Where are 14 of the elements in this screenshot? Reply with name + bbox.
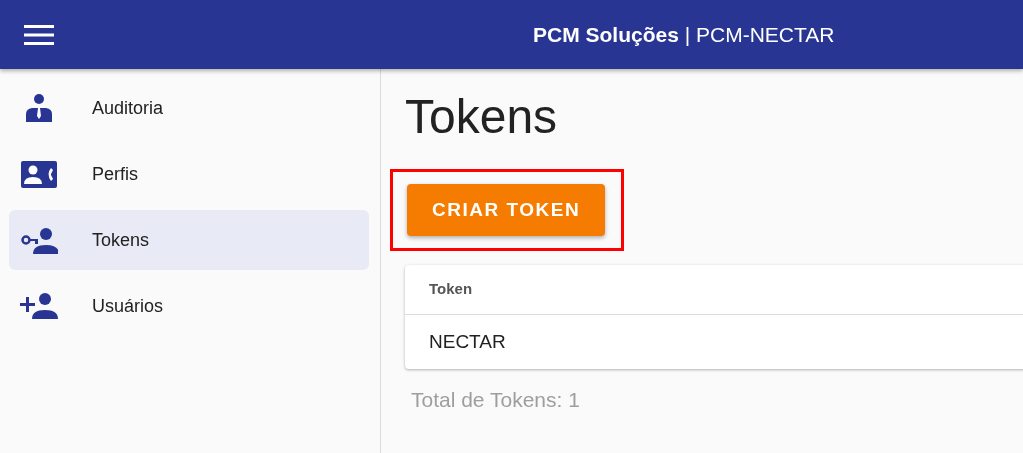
menu-icon bbox=[24, 24, 54, 47]
sidebar-item[interactable]: Usuários bbox=[9, 276, 369, 336]
page-heading: Tokens bbox=[405, 91, 559, 144]
contact-card-icon bbox=[20, 159, 58, 189]
app-title: PCM Soluções | PCM-NECTAR bbox=[533, 21, 835, 48]
sidebar-item[interactable]: Auditoria bbox=[9, 78, 369, 138]
column-header: Token bbox=[405, 265, 1023, 315]
key-person-icon bbox=[20, 225, 58, 255]
menu-button[interactable] bbox=[24, 22, 54, 47]
sidebar-item[interactable]: Tokens bbox=[9, 210, 369, 270]
total-count: Total de Tokens: 1 bbox=[411, 387, 581, 414]
add-person-icon bbox=[20, 291, 58, 321]
sidebar-item[interactable]: Perfis bbox=[9, 144, 369, 204]
table-cell-text: NECTAR bbox=[428, 329, 507, 354]
